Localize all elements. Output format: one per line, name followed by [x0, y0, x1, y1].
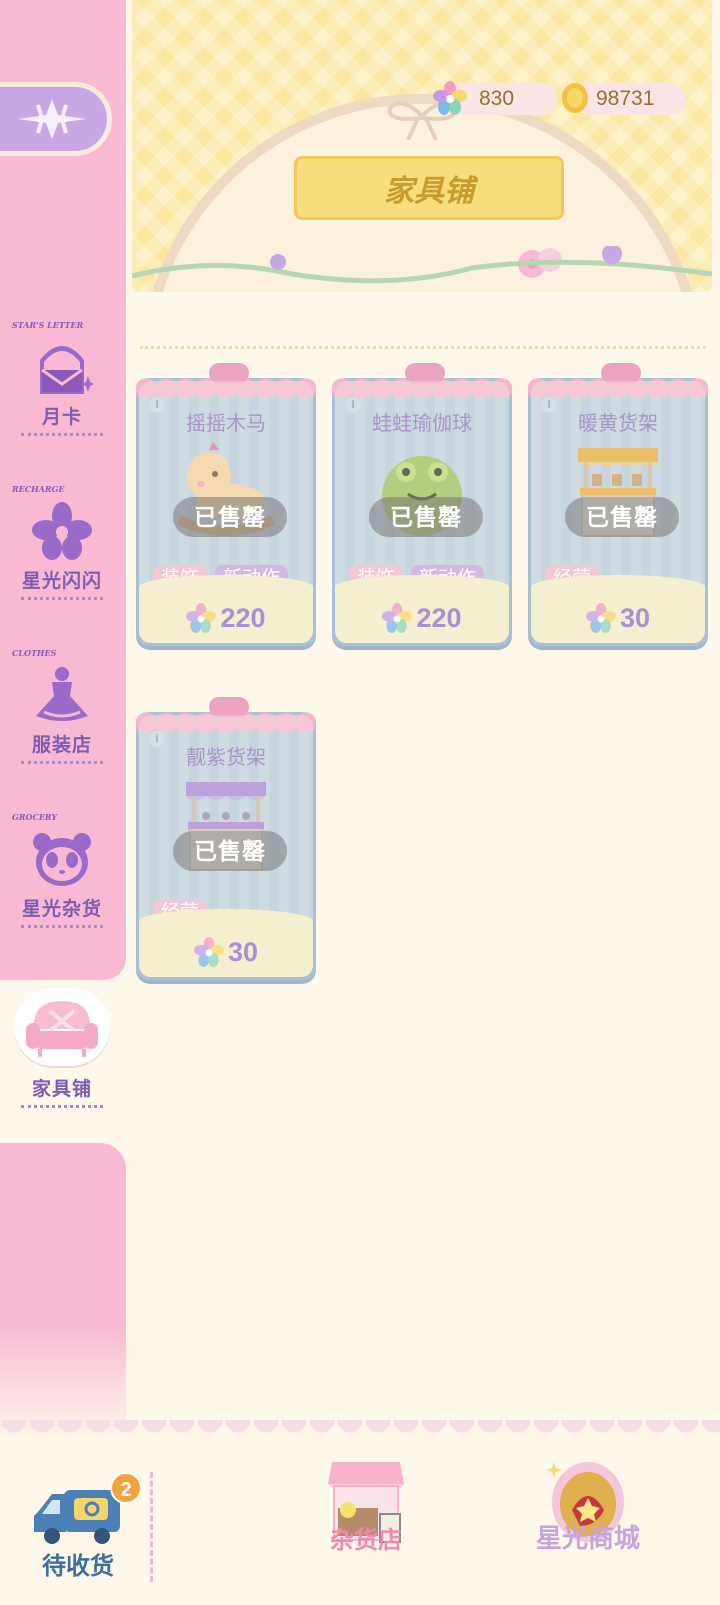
- divider: [21, 925, 103, 928]
- notification-badge: 2: [110, 1472, 142, 1504]
- sidebar-item-monthly-card[interactable]: STAR'S LETTER 月卡: [10, 320, 114, 440]
- product-card[interactable]: i 摇摇木马 装饰 新动作 220 已售罄: [136, 363, 316, 646]
- pending-delivery-label: 待收货: [42, 1553, 114, 1580]
- starlight-mall-label: 星光商城: [536, 1523, 641, 1553]
- sidebar-item-recharge[interactable]: RECHARGE 星光闪闪: [10, 484, 114, 604]
- star-flower-icon: [30, 498, 94, 564]
- grocery-store-label: 杂货店: [330, 1527, 402, 1554]
- bow-decoration: [209, 363, 249, 383]
- sofa-icon: [14, 988, 110, 1066]
- sidebar: STAR'S LETTER 月卡 RECHARGE 星光闪闪 CLOTHES 服…: [0, 0, 126, 980]
- sold-out-label: 已售罄: [565, 497, 679, 537]
- sidebar-item-label: 星光闪闪: [21, 571, 102, 592]
- product-card[interactable]: i 靓紫货架 经营 30 已售罄: [136, 697, 316, 980]
- product-card[interactable]: i 蛙蛙瑜伽球 装饰 新动作 220 已售罄: [332, 363, 512, 646]
- shop-banner: 家具铺 830 98731: [132, 0, 712, 292]
- star-gem-counter[interactable]: 830: [433, 81, 557, 115]
- sidebar-item-furniture[interactable]: 家具铺: [10, 988, 114, 1108]
- panda-icon: [30, 826, 94, 892]
- sidebar-item-label: 星光杂货: [21, 899, 102, 920]
- sidebar-item-label: 家具铺: [31, 1079, 92, 1100]
- coin-icon: [562, 83, 588, 113]
- sidebar-item-label: 月卡: [41, 407, 82, 428]
- sold-out-label: 已售罄: [173, 831, 287, 871]
- nav-tag: CLOTHES: [12, 648, 57, 658]
- page-title: 家具铺: [384, 174, 474, 209]
- starlight-mall-button[interactable]: 星光商城: [536, 1448, 640, 1555]
- sold-out-label: 已售罄: [173, 497, 287, 537]
- sold-out-label: 已售罄: [369, 497, 483, 537]
- divider: [150, 1472, 153, 1582]
- bow-decoration: [209, 697, 249, 717]
- banner-ribbon: 家具铺: [294, 156, 564, 220]
- star-gem-value: 830: [479, 87, 515, 110]
- bow-decoration: [601, 363, 641, 383]
- sidebar-item-label: 服装店: [31, 735, 92, 756]
- divider: [21, 597, 103, 600]
- pending-delivery-button[interactable]: 2 待收货: [30, 1472, 142, 1581]
- rainbow-flower-icon: [433, 81, 467, 115]
- leaf-vine-icon: [132, 246, 712, 284]
- grocery-store-button[interactable]: 杂货店: [318, 1456, 414, 1555]
- dress-icon: [30, 662, 94, 728]
- product-card[interactable]: i 暖黄货架 经营 30 已售罄: [528, 363, 708, 646]
- nav-tag: STAR'S LETTER: [12, 320, 84, 330]
- coin-counter[interactable]: 98731: [562, 83, 686, 115]
- divider: [21, 1105, 103, 1108]
- bow-decoration: [405, 363, 445, 383]
- coin-value: 98731: [596, 87, 655, 110]
- divider: [21, 433, 103, 436]
- nav-tag: RECHARGE: [12, 484, 65, 494]
- nav-tag: GROCERY: [12, 812, 58, 822]
- sidebar-item-grocery[interactable]: GROCERY 星光杂货: [10, 812, 114, 932]
- section-divider: [140, 346, 706, 349]
- lace-border: [0, 1420, 720, 1446]
- back-button[interactable]: [0, 82, 112, 156]
- letter-icon: [30, 334, 94, 400]
- sidebar-lower-panel: [0, 1143, 126, 1443]
- star-compass-icon: [18, 99, 86, 139]
- sidebar-item-clothes[interactable]: CLOTHES 服装店: [10, 648, 114, 768]
- divider: [21, 761, 103, 764]
